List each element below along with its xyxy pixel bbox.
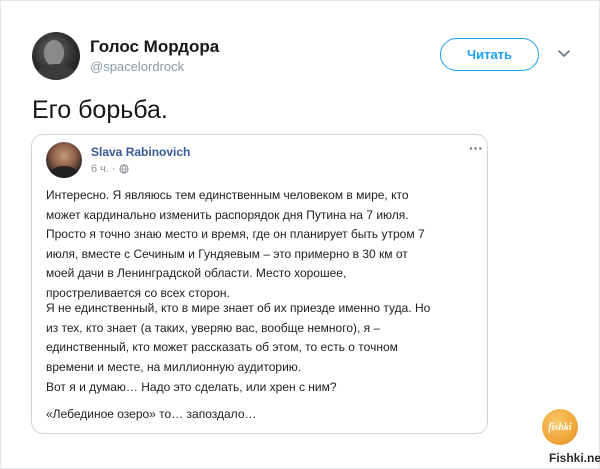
text-line: может кардинально изменить распорядок дн… (46, 207, 409, 222)
author-avatar[interactable] (32, 32, 80, 80)
author-name[interactable]: Голос Мордора (90, 37, 219, 57)
text-line: времени и месте, на миллионную аудиторию… (46, 359, 302, 374)
tweet-text: Его борьба. (32, 96, 168, 124)
site-watermark: Fishki.net (549, 451, 600, 465)
text-line: Вот я и думаю… Надо это сделать, или хре… (46, 380, 337, 394)
avatar-suit-shape (50, 166, 78, 178)
follow-button[interactable]: Читать (440, 38, 539, 71)
fishki-logo-text: fishki (548, 421, 572, 433)
text-line: июля, вместе с Сечиным и Гундяевым – это… (46, 246, 408, 261)
post-paragraph-3: Вот я и думаю… Надо это сделать, или хре… (46, 378, 476, 398)
text-line: Интересно. Я являюсь тем единственным че… (46, 188, 409, 202)
author-handle[interactable]: @spacelordrock (90, 59, 184, 74)
fishki-logo: fishki (542, 409, 578, 445)
text-line: единственный, кто может рассказать об эт… (46, 340, 398, 354)
text-line: моей дачи в Ленинградской области. Место… (46, 266, 347, 280)
avatar-body-shape (36, 64, 76, 80)
post-time[interactable]: 6 ч. · (91, 163, 116, 175)
tweet-card: Голос Мордора @spacelordrock Читать Его … (0, 0, 600, 469)
post-paragraph-4: «Лебединое озеро» то… запоздало… (46, 405, 476, 425)
quoted-post-meta: 6 ч. · (91, 163, 129, 175)
quoted-author-name[interactable]: Slava Rabinovich (91, 145, 190, 159)
post-paragraph-1: Интересно. Я являюсь тем единственным че… (46, 186, 476, 303)
quoted-post: Slava Rabinovich 6 ч. · ··· Интересно. Я… (31, 134, 488, 434)
more-options-icon[interactable]: ··· (469, 141, 483, 155)
post-paragraph-2: Я не единственный, кто в мире знает об и… (46, 299, 476, 377)
text-line: из тех, кто знает (а таких, уверяю вас, … (46, 320, 381, 335)
text-line: «Лебединое озеро» то… запоздало… (46, 407, 257, 421)
quoted-author-avatar[interactable] (46, 142, 82, 178)
text-line: Я не единственный, кто в мире знает об и… (46, 301, 431, 315)
globe-icon (119, 164, 129, 174)
avatar-head-shape (44, 40, 64, 66)
chevron-down-icon[interactable] (557, 49, 571, 59)
text-line: Просто я точно знаю место и время, где о… (46, 227, 425, 241)
